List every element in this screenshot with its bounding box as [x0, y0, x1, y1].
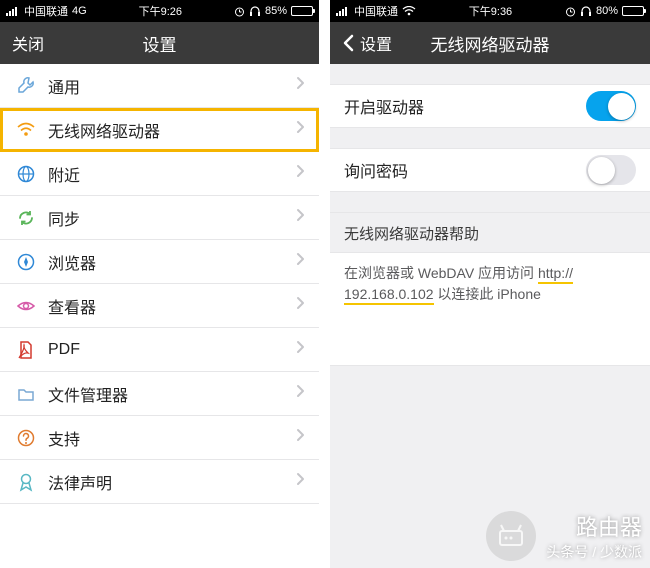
- settings-row-label: PDF: [48, 341, 296, 359]
- clock-label: 下午9:26: [139, 3, 182, 19]
- settings-row-label: 附近: [48, 162, 296, 186]
- settings-row-wifi[interactable]: 无线网络驱动器: [0, 108, 319, 152]
- settings-row-compass[interactable]: 浏览器: [0, 240, 319, 284]
- battery-pct-label: 80%: [596, 5, 618, 17]
- nav-bar: 关闭 设置: [0, 22, 319, 64]
- detail-content: 开启驱动器 询问密码 无线网络驱动器帮助 在浏览器或 WebDAV 应用访问 h…: [330, 64, 650, 568]
- carrier-label: 中国联通: [24, 3, 68, 19]
- settings-row-label: 查看器: [48, 294, 296, 318]
- help-text: 在浏览器或 WebDAV 应用访问 http:// 192.168.0.102 以…: [330, 253, 650, 366]
- enable-driver-switch[interactable]: [586, 91, 636, 121]
- globe-icon: [14, 164, 38, 184]
- chevron-right-icon: [296, 384, 305, 403]
- help-url-part2: 192.168.0.102: [344, 286, 434, 305]
- folder-icon: [14, 384, 38, 404]
- alarm-icon: [234, 6, 245, 17]
- enable-driver-row[interactable]: 开启驱动器: [330, 84, 650, 128]
- enable-driver-label: 开启驱动器: [344, 94, 586, 118]
- chevron-right-icon: [296, 164, 305, 183]
- settings-row-label: 浏览器: [48, 250, 296, 274]
- settings-row-label: 文件管理器: [48, 382, 296, 406]
- settings-row-globe[interactable]: 附近: [0, 152, 319, 196]
- help-icon: [14, 428, 38, 448]
- back-label: 设置: [360, 31, 392, 55]
- settings-row-pdf[interactable]: PDF: [0, 328, 319, 372]
- settings-row-sync[interactable]: 同步: [0, 196, 319, 240]
- headphone-icon: [580, 6, 592, 17]
- chevron-right-icon: [296, 208, 305, 227]
- sync-icon: [14, 208, 38, 228]
- right-screenshot: 中国联通 下午9:36 80% 设置 无线网络驱动器 开启驱动器 询问密码: [330, 0, 650, 568]
- chevron-right-icon: [296, 76, 305, 95]
- settings-row-label: 同步: [48, 206, 296, 230]
- wifi-icon: [14, 120, 38, 140]
- chevron-right-icon: [296, 120, 305, 139]
- clock-label: 下午9:36: [469, 3, 512, 19]
- battery-icon: [291, 6, 313, 16]
- battery-pct-label: 85%: [265, 5, 287, 17]
- settings-row-ribbon[interactable]: 法律声明: [0, 460, 319, 504]
- pdf-icon: [14, 340, 38, 360]
- wifi-icon: [402, 6, 416, 16]
- nav-bar: 设置 无线网络驱动器: [330, 22, 650, 64]
- eye-icon: [14, 296, 38, 316]
- close-button[interactable]: 关闭: [12, 31, 44, 55]
- help-pre: 在浏览器或 WebDAV 应用访问: [344, 265, 538, 281]
- left-screenshot: 中国联通 4G 下午9:26 85% 关闭 设置 通用无线网络驱动器附近同步浏览…: [0, 0, 320, 568]
- settings-row-label: 法律声明: [48, 470, 296, 494]
- ask-password-switch[interactable]: [586, 155, 636, 185]
- settings-row-label: 支持: [48, 426, 296, 450]
- chevron-right-icon: [296, 340, 305, 359]
- compass-icon: [14, 252, 38, 272]
- help-post: 以连接此 iPhone: [434, 286, 541, 302]
- settings-list: 通用无线网络驱动器附近同步浏览器查看器 PDF 文件管理器支持法律声明: [0, 64, 319, 568]
- ask-password-label: 询问密码: [344, 158, 586, 182]
- signal-icon: [6, 6, 20, 16]
- back-button[interactable]: 设置: [342, 31, 392, 55]
- settings-row-wrench[interactable]: 通用: [0, 64, 319, 108]
- signal-icon: [336, 6, 350, 16]
- status-bar: 中国联通 下午9:36 80%: [330, 0, 650, 22]
- network-label: 4G: [72, 5, 87, 17]
- chevron-left-icon: [342, 34, 354, 52]
- carrier-label: 中国联通: [354, 3, 398, 19]
- ask-password-row[interactable]: 询问密码: [330, 148, 650, 192]
- nav-title: 设置: [0, 31, 319, 56]
- chevron-right-icon: [296, 472, 305, 491]
- chevron-right-icon: [296, 296, 305, 315]
- settings-row-eye[interactable]: 查看器: [0, 284, 319, 328]
- ribbon-icon: [14, 472, 38, 492]
- chevron-right-icon: [296, 428, 305, 447]
- help-url-part1: http://: [538, 265, 573, 284]
- chevron-right-icon: [296, 252, 305, 271]
- wrench-icon: [14, 76, 38, 96]
- settings-row-help[interactable]: 支持: [0, 416, 319, 460]
- help-section-header: 无线网络驱动器帮助: [330, 212, 650, 253]
- headphone-icon: [249, 6, 261, 17]
- settings-row-label: 通用: [48, 74, 296, 98]
- battery-icon: [622, 6, 644, 16]
- settings-row-folder[interactable]: 文件管理器: [0, 372, 319, 416]
- alarm-icon: [565, 6, 576, 17]
- status-bar: 中国联通 4G 下午9:26 85%: [0, 0, 319, 22]
- settings-row-label: 无线网络驱动器: [48, 118, 296, 142]
